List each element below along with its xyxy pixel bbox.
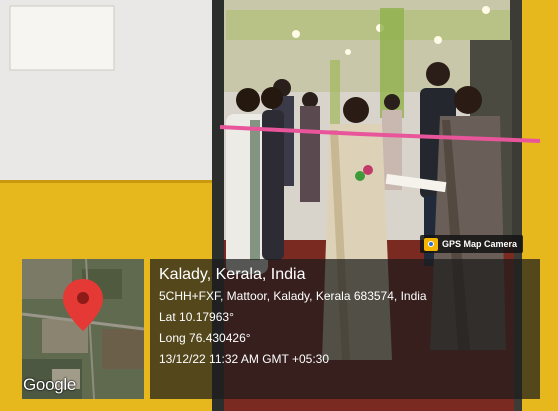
green-pillar [330,60,340,130]
camera-icon [424,237,438,251]
latitude-line: Lat 10.17963° [159,310,234,324]
longitude-line: Long 76.430426° [159,331,251,345]
ceiling-light [345,49,351,55]
ceiling-light [292,30,300,38]
person-head [236,88,260,112]
datetime-line: 13/12/22 11:32 AM GMT +05:30 [159,352,330,366]
person-head [454,86,482,114]
person-head [302,92,318,108]
map-thumbnail: Google [22,259,144,399]
google-logo: Google [23,375,77,394]
person-head [426,62,450,86]
person-head [261,87,283,109]
gps-map-camera-label: GPS Map Camera [442,239,518,249]
ceiling-light [482,6,490,14]
saree-border [250,120,260,260]
wall-stripe [0,180,218,183]
location-title: Kalady, Kerala, India [159,266,306,283]
gps-map-camera-badge: GPS Map Camera [420,235,524,253]
person-body [262,110,284,260]
person-body [226,114,268,274]
flower-bouquet [363,165,373,175]
person-head [343,97,369,123]
person-body [300,106,320,202]
ceiling-light [434,36,442,44]
flower-bouquet [355,171,365,181]
person-head [384,94,400,110]
location-info-panel: Kalady, Kerala, India 5CHH+FXF, Mattoor,… [150,259,540,399]
notice-board [9,5,115,71]
address-line: 5CHH+FXF, Mattoor, Kalady, Kerala 683574… [159,289,427,303]
